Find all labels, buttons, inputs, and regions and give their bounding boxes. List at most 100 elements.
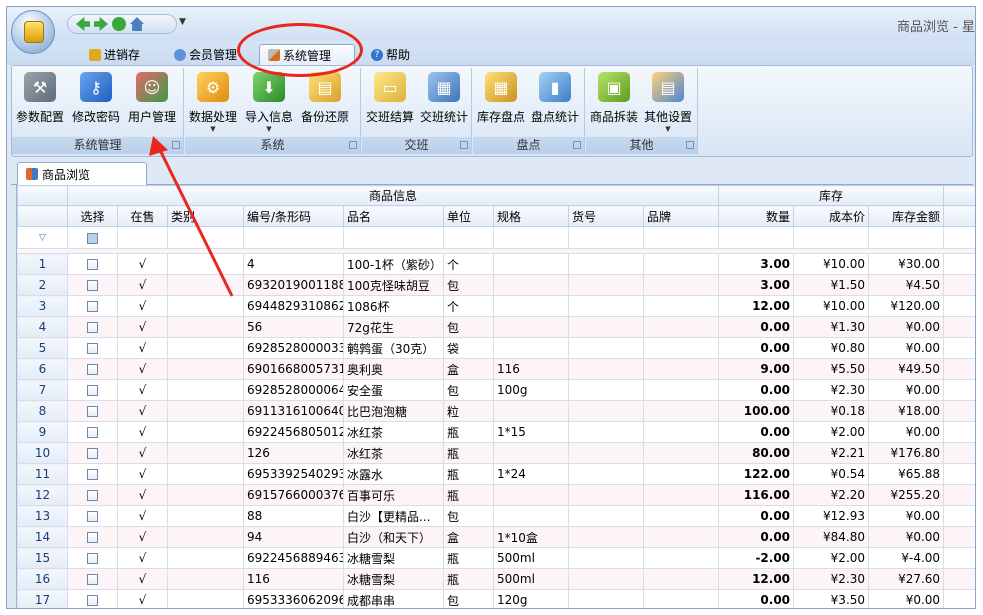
customize-toolbar-icon[interactable]: ▼ (179, 17, 186, 27)
column-header-unit[interactable]: 单位 (443, 205, 494, 227)
data-processing-button[interactable]: ⚙ 数据处理 ▼ (187, 70, 239, 134)
unit-cell[interactable]: 包 (443, 505, 494, 527)
code-cell[interactable]: 6911316100640 (243, 400, 344, 422)
refresh-icon[interactable] (112, 17, 126, 31)
code-cell[interactable]: 6944829310862 (243, 295, 344, 317)
column-header-brand[interactable]: 品牌 (642, 205, 720, 227)
on-sale-cell[interactable]: √ (117, 463, 168, 485)
name-cell[interactable]: 100-1杯（紫砂） (343, 253, 444, 275)
category-cell[interactable] (167, 337, 244, 359)
tab-system[interactable]: 系统管理 (259, 44, 355, 65)
brand-cell[interactable] (642, 526, 720, 548)
table-row[interactable]: 16 √ 116 冰糖雪梨瓶 500ml 12.00 ¥2.30 ¥27.60 (17, 568, 975, 590)
brand-cell[interactable] (642, 379, 720, 401)
extra-cell[interactable] (943, 316, 975, 338)
brand-cell[interactable] (642, 547, 720, 569)
cost-cell[interactable]: ¥10.00 (793, 253, 870, 275)
cost-cell[interactable]: ¥1.30 (793, 316, 870, 338)
qty-cell[interactable]: 0.00 (718, 379, 795, 401)
unit-cell[interactable]: 包 (443, 379, 494, 401)
code-cell[interactable]: 6901668005731 (243, 358, 344, 380)
spec-cell[interactable]: 1*10盒 (493, 526, 569, 548)
table-row[interactable]: 10 √ 126 冰红茶瓶 80.00 ¥2.21 ¥176.80 (17, 442, 975, 464)
shift-statistics-button[interactable]: ▦ 交班统计 (418, 70, 470, 134)
item-no-cell[interactable] (568, 505, 644, 527)
item-no-cell[interactable] (568, 484, 644, 506)
filter-cell[interactable] (493, 226, 569, 249)
extra-cell[interactable] (943, 358, 975, 380)
row-checkbox[interactable] (87, 385, 98, 396)
item-no-cell[interactable] (568, 568, 644, 590)
amount-cell[interactable]: ¥-4.00 (868, 547, 945, 569)
extra-cell[interactable] (943, 379, 975, 401)
brand-cell[interactable] (642, 358, 720, 380)
spec-cell[interactable] (493, 442, 569, 464)
item-no-cell[interactable] (568, 400, 644, 422)
select-cell[interactable] (67, 295, 118, 317)
row-checkbox[interactable] (87, 427, 98, 438)
row-checkbox[interactable] (87, 322, 98, 333)
import-info-button[interactable]: ⬇ 导入信息 ▼ (243, 70, 295, 134)
forward-icon[interactable] (94, 17, 108, 31)
name-cell[interactable]: 奥利奥 (343, 358, 444, 380)
name-cell[interactable]: 冰糖雪梨 (343, 547, 444, 569)
tab-help[interactable]: ? 帮助 (363, 44, 418, 65)
extra-cell[interactable] (943, 421, 975, 443)
stock-count-button[interactable]: ▦ 库存盘点 (475, 70, 527, 134)
category-cell[interactable] (167, 505, 244, 527)
dialog-launcher-icon[interactable] (573, 141, 581, 149)
qty-cell[interactable]: 116.00 (718, 484, 795, 506)
item-no-cell[interactable] (568, 337, 644, 359)
code-cell[interactable]: 6915766000376 (243, 484, 344, 506)
table-row[interactable]: 8 √ 6911316100640 比巴泡泡糖粒 100.00 ¥0.18 ¥18.00 (17, 400, 975, 422)
extra-cell[interactable] (943, 274, 975, 296)
unit-cell[interactable]: 包 (443, 274, 494, 296)
row-checkbox[interactable] (87, 553, 98, 564)
filter-cell[interactable] (343, 226, 444, 249)
category-cell[interactable] (167, 421, 244, 443)
qty-cell[interactable]: 0.00 (718, 421, 795, 443)
name-cell[interactable]: 100克怪味胡豆 (343, 274, 444, 296)
spec-cell[interactable]: 1*24 (493, 463, 569, 485)
category-cell[interactable] (167, 589, 244, 608)
unit-cell[interactable]: 瓶 (443, 421, 494, 443)
table-row[interactable]: 12 √ 6915766000376百事可乐瓶 116.00¥2.20¥255.201 (17, 484, 975, 506)
amount-cell[interactable]: ¥30.00 (868, 253, 945, 275)
spec-cell[interactable] (493, 337, 569, 359)
filter-cell[interactable] (443, 226, 494, 249)
cost-cell[interactable]: ¥0.80 (793, 337, 870, 359)
filter-icon[interactable]: ▽ (17, 226, 68, 249)
amount-cell[interactable]: ¥4.50 (868, 274, 945, 296)
extra-cell[interactable]: 1 (943, 484, 975, 506)
select-cell[interactable] (67, 568, 118, 590)
select-cell[interactable] (67, 379, 118, 401)
brand-cell[interactable] (642, 316, 720, 338)
select-cell[interactable] (67, 421, 118, 443)
unit-cell[interactable]: 包 (443, 316, 494, 338)
table-row[interactable]: 7 √ 6928528000064 安全蛋包 100g 0.00 ¥2.30 ¥0.00 (17, 379, 975, 401)
select-cell[interactable] (67, 274, 118, 296)
spec-cell[interactable] (493, 253, 569, 275)
column-header-name[interactable]: 品名 (343, 205, 444, 227)
code-cell[interactable]: 6953392540293 (243, 463, 344, 485)
cost-cell[interactable]: ¥10.00 (793, 295, 870, 317)
column-header-qty[interactable]: 数量 (718, 205, 795, 227)
param-config-button[interactable]: ⚒ 参数配置 (14, 70, 66, 134)
amount-cell[interactable]: ¥0.00 (868, 316, 945, 338)
spec-cell[interactable] (493, 400, 569, 422)
spec-cell[interactable]: 116 (493, 358, 569, 380)
unit-cell[interactable]: 包 (443, 589, 494, 608)
brand-cell[interactable] (642, 568, 720, 590)
home-icon[interactable] (130, 17, 144, 31)
on-sale-cell[interactable]: √ (117, 547, 168, 569)
on-sale-cell[interactable]: √ (117, 358, 168, 380)
item-no-cell[interactable] (568, 589, 644, 608)
row-checkbox[interactable] (87, 280, 98, 291)
item-no-cell[interactable] (568, 421, 644, 443)
extra-cell[interactable] (943, 505, 975, 527)
cost-cell[interactable]: ¥3.50 (793, 589, 870, 608)
table-row[interactable]: 13 √ 88 白沙【更精品... 包 0.00 ¥12.93 ¥0.00 (17, 505, 975, 527)
category-cell[interactable] (167, 442, 244, 464)
filter-cell[interactable] (793, 226, 870, 249)
extra-cell[interactable] (943, 442, 975, 464)
